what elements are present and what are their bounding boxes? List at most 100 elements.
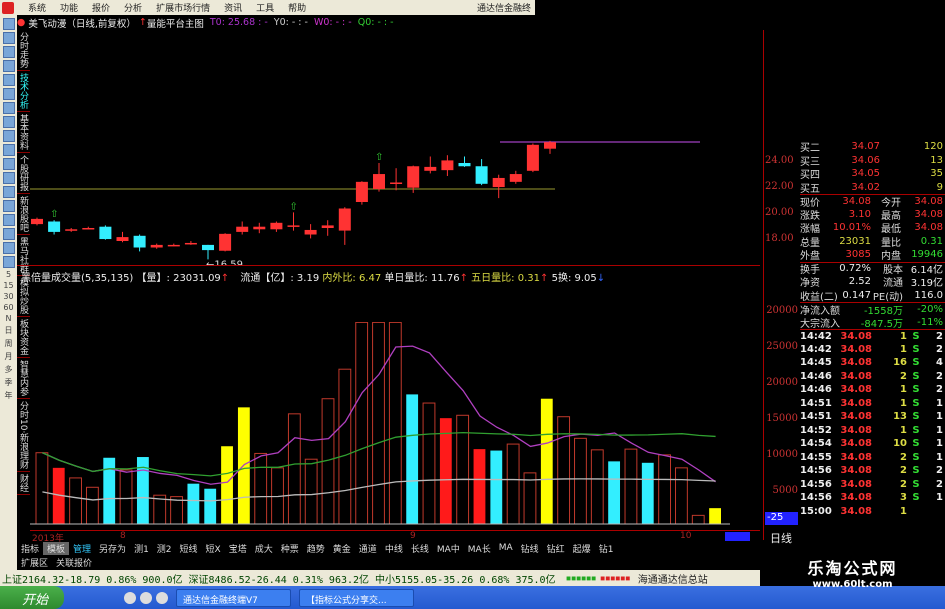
indicator-tab[interactable]: 长线	[407, 542, 433, 555]
volume-bar	[119, 469, 133, 525]
task-browser[interactable]: 【指标公式分享交...	[299, 588, 415, 607]
period-n[interactable]: N	[6, 314, 12, 323]
scroll-value-box[interactable]: -25	[765, 512, 798, 525]
indicator-tab[interactable]: 模板	[43, 541, 70, 555]
period-day[interactable]: 日	[5, 325, 13, 336]
candle-body	[390, 182, 403, 184]
tick-side: S	[912, 451, 920, 463]
bid-price: 34.02	[851, 181, 880, 193]
pen-icon[interactable]	[2, 228, 15, 240]
menu-function[interactable]: 功能	[60, 1, 78, 14]
indicator-tab[interactable]: 钻1	[595, 542, 618, 555]
start-button[interactable]: 开始	[0, 586, 65, 609]
candle-body	[475, 166, 488, 184]
price-chart[interactable]: ⇧←16.59⇧⇧	[30, 30, 765, 265]
vtab-item[interactable]: 个股研报	[17, 153, 30, 194]
vtab-item[interactable]: 财经	[17, 472, 30, 496]
indicator-tab[interactable]: 指标	[17, 542, 43, 555]
tab-related-quote[interactable]: 关联报价	[52, 556, 96, 569]
close-chart-icon[interactable]: ●	[17, 17, 28, 28]
menu-news[interactable]: 资讯	[224, 1, 242, 14]
period-week[interactable]: 周	[5, 338, 13, 349]
rsi-icon[interactable]	[2, 172, 15, 184]
menu-help[interactable]: 帮助	[288, 1, 306, 14]
tab-extension[interactable]: 扩展区	[17, 556, 52, 569]
indicator-tab[interactable]: 种票	[277, 542, 303, 555]
volume-indicator-name[interactable]: 黑倍量成交量(5,35,135)	[21, 273, 133, 284]
indicator-tab[interactable]: 起爆	[569, 542, 595, 555]
tool-icon[interactable]	[2, 32, 15, 44]
period-year[interactable]: 年	[5, 390, 13, 401]
indicator-tab[interactable]: 黄金	[329, 542, 355, 555]
server-name[interactable]: 海通通达信总站	[638, 571, 708, 586]
vtab-item[interactable]: 新浪股吧	[17, 194, 30, 235]
tool-icon[interactable]	[2, 60, 15, 72]
period-5[interactable]: 5	[6, 270, 11, 279]
menu-analysis[interactable]: 分析	[124, 1, 142, 14]
move-icon[interactable]	[2, 200, 15, 212]
tick-volume: 1	[900, 343, 907, 355]
menu-extended-market[interactable]: 扩展市场行情	[156, 1, 210, 14]
tool-icon[interactable]	[2, 18, 15, 30]
app-icon[interactable]	[124, 591, 137, 604]
period-quarter[interactable]: 季	[5, 377, 13, 388]
period-month[interactable]: 月	[5, 351, 13, 362]
stat-value: 10.01%	[832, 222, 871, 234]
indicator-tab[interactable]: 测2	[153, 542, 176, 555]
indicator-tab[interactable]: 宝塔	[225, 542, 251, 555]
tool-icon[interactable]	[2, 214, 15, 226]
menu-system[interactable]: 系统	[28, 1, 46, 14]
indicator-tab[interactable]: 钻线	[517, 542, 543, 555]
indicator-tab[interactable]: 短线	[176, 542, 202, 555]
tool-icon[interactable]	[2, 74, 15, 86]
period-30[interactable]: 30	[3, 292, 13, 301]
period-60[interactable]: 60	[3, 303, 13, 312]
app-icon[interactable]	[140, 591, 153, 604]
indicator-tab[interactable]: 钻红	[543, 542, 569, 555]
tool-icon[interactable]	[2, 130, 15, 142]
period-label[interactable]: 日线	[770, 530, 792, 546]
indicator-tab[interactable]: 成大	[251, 542, 277, 555]
indicator-tab[interactable]: 短X	[202, 542, 225, 555]
tool-icon[interactable]	[2, 242, 15, 254]
date-label: 10	[680, 531, 692, 541]
indicator-tab[interactable]: 另存为	[95, 542, 130, 555]
volume-chart[interactable]	[30, 290, 765, 530]
indicator-tab[interactable]: 中线	[381, 542, 407, 555]
indicator-tab[interactable]: 管理	[69, 542, 95, 555]
tool-icon[interactable]	[2, 158, 15, 170]
indicator-tab[interactable]: MA	[495, 543, 517, 553]
volume-bar	[35, 452, 49, 525]
stat-value: 2.52	[848, 276, 871, 288]
tick-volume: 10	[893, 438, 907, 450]
search-icon[interactable]	[2, 144, 15, 156]
refresh-icon[interactable]	[2, 256, 15, 268]
vtab-item[interactable]: 智慧内参	[17, 358, 30, 399]
task-tdx[interactable]: 通达信金融终端V7	[176, 588, 292, 607]
vtab-item[interactable]: 分时10·新浪理财	[17, 399, 30, 473]
vtab-item[interactable]: 技术分析	[17, 71, 30, 112]
indicator-tab[interactable]: MA中	[433, 542, 464, 555]
vtab-item[interactable]: 基本资料	[17, 112, 30, 153]
vtab-item[interactable]: 板块资金	[17, 317, 30, 358]
period-15[interactable]: 15	[3, 281, 13, 290]
tick-price: 34.08	[840, 384, 872, 396]
scroll-thumb[interactable]	[725, 532, 750, 541]
tool-icon[interactable]	[2, 46, 15, 58]
quote-row: 买五 34.02 9	[800, 181, 945, 195]
menu-quote[interactable]: 报价	[92, 1, 110, 14]
vtab-item[interactable]: 分时走势	[17, 30, 30, 71]
indicator-tab[interactable]: 通道	[355, 542, 381, 555]
indicator-tab[interactable]: MA长	[464, 542, 495, 555]
tool-icon[interactable]	[2, 88, 15, 100]
indicator-tab[interactable]: 趋势	[303, 542, 329, 555]
indicator-tab[interactable]: 测1	[130, 542, 153, 555]
tool-icon[interactable]	[2, 102, 15, 114]
tool-icon[interactable]	[2, 186, 15, 198]
tool-icon[interactable]	[2, 116, 15, 128]
period-multi[interactable]: 多	[5, 364, 13, 375]
volume-bar	[422, 402, 436, 525]
browser-icon[interactable]	[156, 591, 169, 604]
indicator-name[interactable]: 量能平台主图	[147, 16, 204, 30]
menu-tools[interactable]: 工具	[256, 1, 274, 14]
